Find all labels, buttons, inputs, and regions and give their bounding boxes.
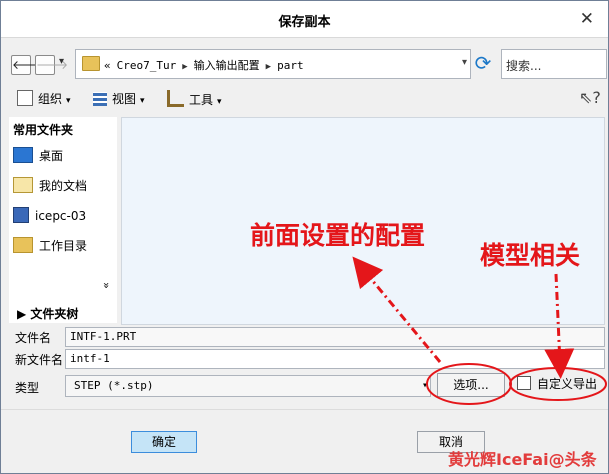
annotation-arrow	[544, 273, 575, 379]
watermark: 黄光辉IceFai@头条	[448, 450, 597, 469]
annotation-circle	[426, 363, 512, 405]
annotation-circle	[509, 367, 607, 401]
annotation-front-settings: 前面设置的配置	[250, 221, 426, 250]
annotation-arrow	[352, 256, 442, 363]
annotation-model-related: 模型相关	[480, 241, 581, 270]
